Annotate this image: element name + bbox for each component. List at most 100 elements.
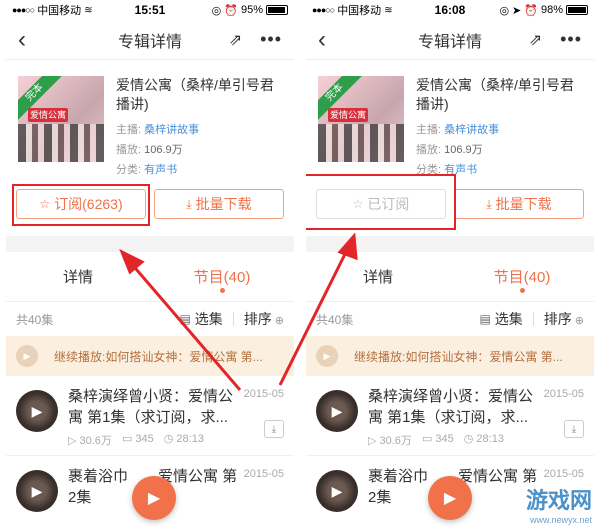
track-plays: ▷ 30.6万	[68, 435, 112, 447]
track-plays: ▷ 30.6万	[368, 435, 412, 447]
album-header: 完本 爱情公寓 爱情公寓（桑梓/单引号君播讲) 主播: 桑梓讲故事 播放: 10…	[6, 60, 294, 180]
status-time: 15:51	[134, 3, 166, 17]
select-label: 选集	[194, 311, 223, 327]
batch-download-label: 批量下载	[495, 196, 552, 212]
active-tab-dot	[220, 288, 225, 293]
sort-button[interactable]: 排序 ⊕	[244, 309, 284, 329]
back-icon[interactable]: ‹	[318, 27, 326, 52]
status-bar: ●●●○○ 中国移动 ≋ 15:51 ◎ ⏰ 95%	[6, 0, 294, 20]
track-play-icon[interactable]: ▶	[16, 390, 58, 432]
sort-icon: ⊕	[274, 315, 284, 327]
sort-button[interactable]: 排序 ⊕	[544, 309, 584, 329]
active-tab-dot	[520, 288, 525, 293]
tab-detail[interactable]: 详情	[306, 252, 450, 301]
album-plays-row: 播放: 106.9万	[416, 141, 584, 157]
track-info: 桑梓演绎曾小贤：爱情公寓 第1集（求订阅，求... 2015-05 ▷ 30.6…	[368, 386, 584, 455]
host-label: 主播:	[416, 124, 442, 136]
share-icon[interactable]: ⇗	[229, 30, 242, 50]
cover-people-image	[18, 124, 104, 162]
album-header: 完本 爱情公寓 爱情公寓（桑梓/单引号君播讲) 主播: 桑梓讲故事 播放: 10…	[306, 60, 594, 180]
track-play-icon[interactable]: ▶	[316, 390, 358, 432]
select-episodes-button[interactable]: ▤ 选集	[479, 309, 522, 329]
batch-download-label: 批量下载	[195, 196, 252, 212]
cover-logo: 爱情公寓	[328, 108, 368, 122]
phone-screen-left: ●●●○○ 中国移动 ≋ 15:51 ◎ ⏰ 95% ‹ 专辑详情 ⇗ ••• …	[6, 0, 294, 531]
continue-play-bar[interactable]: ▶ 继续播放:如何搭讪女神：爱情公寓 第...	[306, 336, 594, 376]
album-plays-row: 播放: 106.9万	[116, 141, 284, 157]
album-title: 爱情公寓（桑梓/单引号君播讲)	[416, 77, 574, 112]
album-cover[interactable]: 完本 爱情公寓	[18, 76, 104, 162]
album-host-row: 主播: 桑梓讲故事	[416, 121, 584, 137]
list-header: 共40集 ▤ 选集 排序 ⊕	[306, 302, 594, 336]
more-icon[interactable]: •••	[560, 29, 582, 50]
track-meta: ▷ 30.6万 ▭ 345 ◷ 28:13	[368, 432, 584, 448]
category-link[interactable]: 有声书	[144, 164, 177, 176]
highlight-box	[306, 174, 456, 230]
track-date: 2015-05	[543, 468, 584, 480]
track-date: 2015-05	[243, 468, 284, 480]
tab-detail[interactable]: 详情	[6, 252, 150, 301]
select-icon: ▤	[179, 312, 191, 326]
host-link[interactable]: 桑梓讲故事	[444, 124, 499, 136]
track-info: 桑梓演绎曾小贤：爱情公寓 第1集（求订阅，求... 2015-05 ▷ 30.6…	[68, 386, 284, 455]
tab-episodes-label: 节目(40)	[193, 269, 251, 286]
more-icon[interactable]: •••	[260, 29, 282, 50]
action-buttons: ☆ 订阅(6263) ⤓ 批量下载	[6, 180, 294, 228]
watermark: 游戏网 www.newyx.net	[526, 483, 592, 525]
select-icon: ▤	[479, 312, 491, 326]
track-item[interactable]: ▶ 桑梓演绎曾小贤：爱情公寓 第1集（求订阅，求... 2015-05 ▷ 30…	[306, 376, 594, 456]
floating-play-button[interactable]: ▶	[132, 476, 176, 520]
continue-play-bar[interactable]: ▶ 继续播放:如何搭讪女神：爱情公寓 第...	[6, 336, 294, 376]
track-download-icon[interactable]: ⤓	[564, 420, 584, 438]
track-info: 裹着浴巾 爱情公寓 第2集 2015-05	[68, 466, 284, 531]
select-episodes-button[interactable]: ▤ 选集	[179, 309, 222, 329]
album-info: 爱情公寓（桑梓/单引号君播讲) 主播: 桑梓讲故事 播放: 106.9万 分类:…	[116, 76, 284, 176]
continue-play-text: 继续播放:如何搭讪女神：爱情公寓 第...	[54, 349, 263, 364]
action-buttons: ☆ 已订阅 ⤓ 批量下载	[306, 174, 594, 230]
header-separator	[532, 312, 534, 326]
navigation-bar: ‹ 专辑详情 ⇗ •••	[306, 20, 594, 60]
status-bar: ●●●○○ 中国移动 ≋ 16:08 ◎ ➤ ⏰ 98%	[306, 0, 594, 20]
track-title: 桑梓演绎曾小贤：爱情公寓 第1集（求订阅，求...	[368, 388, 534, 426]
download-icon: ⤓	[186, 196, 192, 211]
page-title: 专辑详情	[117, 33, 182, 51]
track-item[interactable]: ▶ 桑梓演绎曾小贤：爱情公寓 第1集（求订阅，求... 2015-05 ▷ 30…	[6, 376, 294, 456]
track-download-icon[interactable]: ⤓	[264, 420, 284, 438]
tab-episodes-label: 节目(40)	[493, 269, 551, 286]
watermark-text: 游戏网	[525, 488, 592, 513]
plays-value: 106.9万	[144, 144, 183, 156]
download-icon: ⤓	[486, 196, 492, 211]
category-label: 分类:	[116, 164, 142, 176]
track-date: 2015-05	[543, 388, 584, 400]
highlight-box	[12, 184, 150, 226]
back-icon[interactable]: ‹	[18, 27, 26, 52]
continue-play-text: 继续播放:如何搭讪女神：爱情公寓 第...	[354, 349, 563, 364]
host-label: 主播:	[116, 124, 142, 136]
status-time: 16:08	[434, 3, 466, 17]
floating-play-button[interactable]: ▶	[428, 476, 472, 520]
header-separator	[232, 312, 234, 326]
track-play-icon[interactable]: ▶	[316, 470, 358, 512]
tab-episodes[interactable]: 节目(40)	[450, 252, 594, 301]
album-title: 爱情公寓（桑梓/单引号君播讲)	[116, 77, 274, 112]
track-duration: ◷ 28:13	[463, 433, 504, 445]
episode-count: 共40集	[316, 312, 354, 327]
track-play-icon[interactable]: ▶	[16, 470, 58, 512]
plays-label: 播放:	[416, 144, 442, 156]
tab-bar: 详情 节目(40)	[6, 252, 294, 302]
track-comments: ▭ 345	[421, 433, 454, 445]
tab-episodes[interactable]: 节目(40)	[150, 252, 294, 301]
cover-people-image	[318, 124, 404, 162]
album-host-row: 主播: 桑梓讲故事	[116, 121, 284, 137]
track-date: 2015-05	[243, 388, 284, 400]
watermark-url: www.newyx.net	[529, 515, 592, 525]
track-title: 桑梓演绎曾小贤：爱情公寓 第1集（求订阅，求...	[68, 388, 234, 426]
host-link[interactable]: 桑梓讲故事	[144, 124, 199, 136]
batch-download-button[interactable]: ⤓ 批量下载	[154, 189, 284, 219]
batch-download-button[interactable]: ⤓ 批量下载	[454, 189, 584, 219]
section-divider	[306, 236, 594, 252]
navigation-bar: ‹ 专辑详情 ⇗ •••	[6, 20, 294, 60]
tab-bar: 详情 节目(40)	[306, 252, 594, 302]
album-cover[interactable]: 完本 爱情公寓	[318, 76, 404, 162]
share-icon[interactable]: ⇗	[529, 30, 542, 50]
